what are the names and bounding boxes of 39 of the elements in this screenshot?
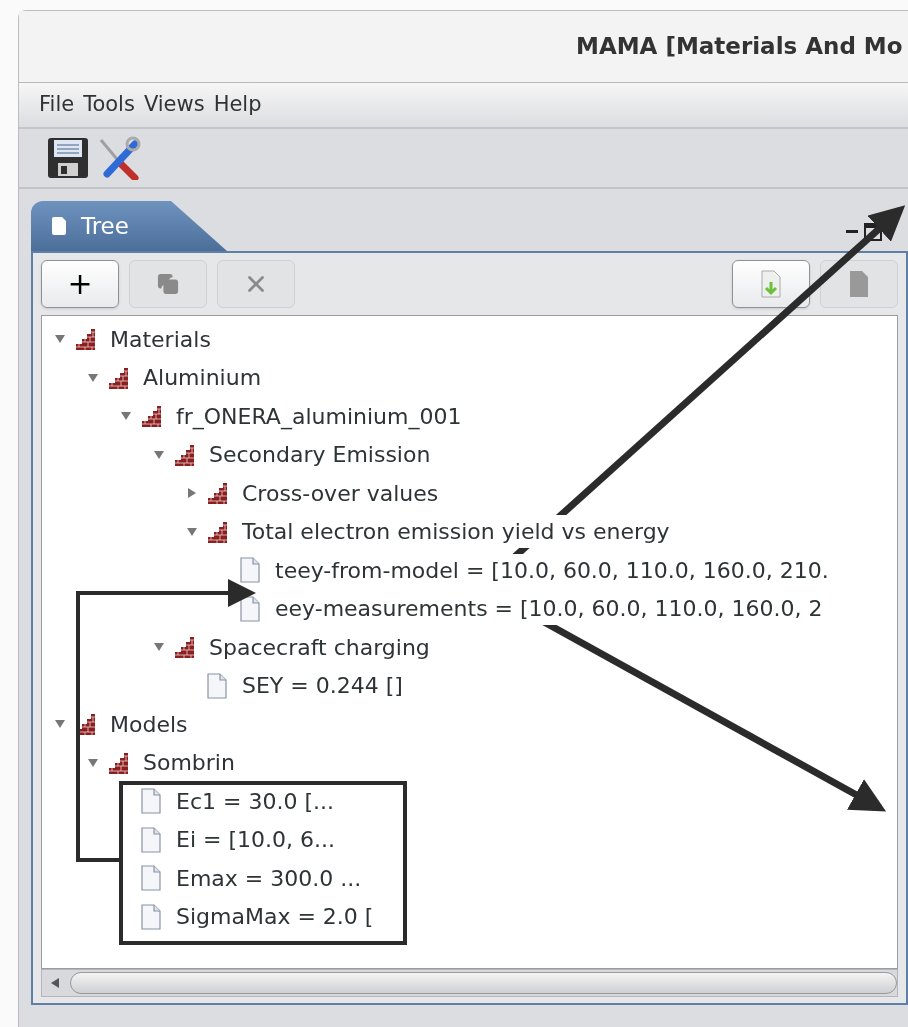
document-icon [51,216,67,236]
brick-stack-icon [173,442,197,467]
horizontal-scrollbar[interactable] [41,969,898,997]
import-icon [759,270,783,298]
maximize-icon[interactable] [864,223,882,241]
screwdriver-wrench-icon[interactable] [97,136,141,180]
export-icon [847,270,871,298]
tree-tab[interactable]: Tree [31,201,227,251]
save-icon[interactable] [47,137,89,179]
collapse-triangle-icon[interactable] [186,525,198,538]
brick-stack-icon [206,519,230,544]
tree-node-label[interactable]: Total electron emission yield vs energy [242,515,670,549]
collapse-triangle-icon[interactable] [87,371,99,384]
brick-stack-icon [173,635,197,660]
document-icon [140,865,162,892]
add-button[interactable]: + [41,260,119,308]
brick-stack-icon [140,404,164,429]
brick-stack-icon [74,327,98,352]
document-icon [239,595,261,622]
brick-stack-icon [107,750,131,775]
menu-item[interactable]: Views [143,89,205,121]
minimize-icon[interactable] [846,230,858,234]
expand-triangle-icon[interactable] [186,487,198,500]
menu-item[interactable]: File [39,89,75,121]
brick-stack-icon [107,365,131,390]
collapse-triangle-icon[interactable] [153,448,165,461]
scroll-left-icon[interactable] [50,977,60,989]
window-title: MAMA [Materials And Mo [576,32,903,62]
document-icon [206,672,228,699]
document-icon [140,788,162,815]
menu-item[interactable]: Help [213,89,262,121]
copy-icon [157,273,179,295]
document-icon [140,826,162,853]
import-button[interactable] [732,260,810,308]
menu-item[interactable]: Tools [83,89,135,121]
document-icon [140,903,162,930]
brick-stack-icon [206,481,230,506]
document-icon [239,557,261,584]
collapse-triangle-icon[interactable] [87,756,99,769]
